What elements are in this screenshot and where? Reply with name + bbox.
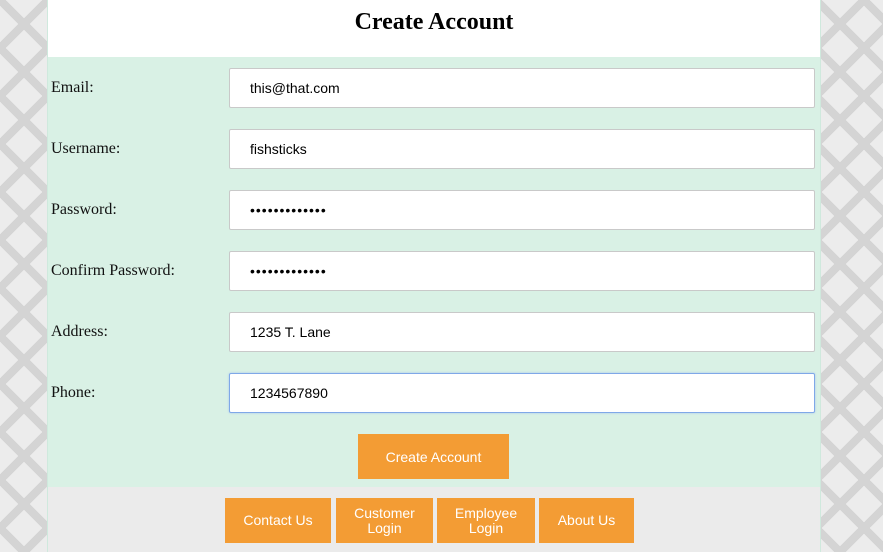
address-label: Address: [51, 323, 108, 340]
customer-login-button[interactable]: Customer Login [336, 498, 433, 543]
email-label: Email: [51, 79, 94, 96]
address-field[interactable] [229, 312, 815, 352]
email-field[interactable] [229, 68, 815, 108]
confirm-password-row: Confirm Password: [48, 251, 820, 292]
page-title: Create Account [354, 9, 514, 35]
confirm-password-field[interactable] [229, 251, 815, 291]
username-row: Username: [48, 129, 820, 170]
username-label: Username: [51, 140, 121, 157]
confirm-password-label: Confirm Password: [51, 262, 175, 279]
create-account-form: Email: Username: Password: Confirm Passw… [48, 57, 820, 487]
contact-us-button[interactable]: Contact Us [225, 498, 331, 543]
password-field[interactable] [229, 190, 815, 230]
phone-row: Phone: [48, 373, 820, 414]
address-row: Address: [48, 312, 820, 353]
password-row: Password: [48, 190, 820, 231]
create-account-panel: Create Account Email: Username: Password… [47, 0, 821, 552]
footer-nav: Contact Us Customer Login Employee Login… [48, 487, 820, 552]
username-field[interactable] [229, 129, 815, 169]
phone-field[interactable] [229, 373, 815, 413]
employee-login-button[interactable]: Employee Login [437, 498, 535, 543]
phone-label: Phone: [51, 384, 96, 401]
password-label: Password: [51, 201, 117, 218]
email-row: Email: [48, 68, 820, 109]
create-account-button[interactable]: Create Account [358, 434, 509, 479]
about-us-button[interactable]: About Us [539, 498, 634, 543]
